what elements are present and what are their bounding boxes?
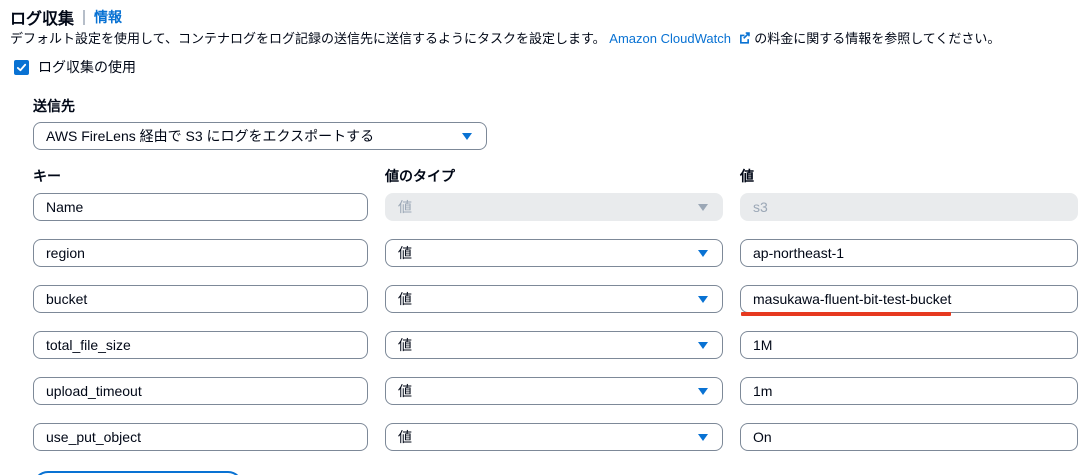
- value-input: [740, 193, 1078, 221]
- add-log-option-button[interactable]: ログ設定オプションを追加: [33, 471, 243, 475]
- key-input[interactable]: [33, 239, 368, 267]
- chevron-down-icon: [698, 341, 708, 349]
- key-input[interactable]: [33, 285, 368, 313]
- value-input[interactable]: [740, 377, 1078, 405]
- check-icon: [16, 63, 27, 71]
- table-row: 値: [33, 285, 1089, 316]
- table-row: 値: [33, 423, 1089, 451]
- description-text-after: の料金に関する情報を参照してください。: [754, 31, 1001, 46]
- value-type-select[interactable]: 値: [385, 377, 723, 405]
- annotation-underline: [741, 312, 951, 316]
- options-table-rows: 値 値: [33, 193, 1089, 451]
- value-type-selected: 値: [398, 429, 412, 445]
- log-collection-section: ログ収集 情報 デフォルト設定を使用して、コンテナログをログ記録の送信先に送信す…: [0, 0, 1089, 475]
- chevron-down-icon: [698, 203, 708, 211]
- destination-selected-option: AWS FireLens 経由で S3 にログをエクスポートする: [46, 128, 375, 144]
- log-collection-form: 送信先 AWS FireLens 経由で S3 にログをエクスポートする キー …: [33, 96, 1089, 475]
- value-input[interactable]: [740, 285, 1078, 313]
- options-table-headers: キー 値のタイプ 値: [33, 166, 1089, 186]
- destination-label: 送信先: [33, 98, 75, 114]
- column-header-type: 値のタイプ: [385, 168, 455, 184]
- info-link[interactable]: 情報: [94, 7, 122, 27]
- value-type-selected: 値: [398, 199, 412, 215]
- value-type-select: 値: [385, 193, 723, 221]
- chevron-down-icon: [698, 295, 708, 303]
- section-header: ログ収集 情報: [10, 7, 1089, 28]
- title-divider: [83, 9, 86, 25]
- value-type-selected: 値: [398, 245, 412, 261]
- value-type-select[interactable]: 値: [385, 423, 723, 451]
- cloudwatch-link[interactable]: Amazon CloudWatch: [609, 31, 731, 46]
- value-type-selected: 値: [398, 337, 412, 353]
- key-input[interactable]: [33, 331, 368, 359]
- key-input[interactable]: [33, 423, 368, 451]
- value-input[interactable]: [740, 331, 1078, 359]
- value-type-select[interactable]: 値: [385, 331, 723, 359]
- value-type-selected: 値: [398, 383, 412, 399]
- chevron-down-icon: [698, 433, 708, 441]
- column-header-value: 値: [740, 168, 754, 184]
- chevron-down-icon: [698, 387, 708, 395]
- external-link-icon[interactable]: [738, 31, 751, 48]
- description-text-before: デフォルト設定を使用して、コンテナログをログ記録の送信先に送信するようにタスクを…: [10, 31, 606, 46]
- table-row: 値: [33, 377, 1089, 405]
- key-input[interactable]: [33, 377, 368, 405]
- table-row: 値: [33, 331, 1089, 359]
- table-row: 値: [33, 193, 1089, 221]
- use-log-collection-checkbox[interactable]: [14, 59, 29, 75]
- chevron-down-icon: [698, 249, 708, 257]
- key-input[interactable]: [33, 193, 368, 221]
- section-description: デフォルト設定を使用して、コンテナログをログ記録の送信先に送信するようにタスクを…: [10, 31, 1089, 48]
- section-title: ログ収集: [10, 11, 75, 28]
- value-input[interactable]: [740, 239, 1078, 267]
- chevron-down-icon: [462, 132, 472, 140]
- value-type-select[interactable]: 値: [385, 285, 723, 313]
- destination-select[interactable]: AWS FireLens 経由で S3 にログをエクスポートする: [33, 122, 487, 150]
- value-type-selected: 値: [398, 291, 412, 307]
- value-type-select[interactable]: 値: [385, 239, 723, 267]
- value-input[interactable]: [740, 423, 1078, 451]
- use-log-collection-label: ログ収集の使用: [38, 59, 136, 75]
- use-log-collection-row: ログ収集の使用: [14, 57, 1089, 77]
- column-header-key: キー: [33, 168, 61, 184]
- table-row: 値: [33, 239, 1089, 267]
